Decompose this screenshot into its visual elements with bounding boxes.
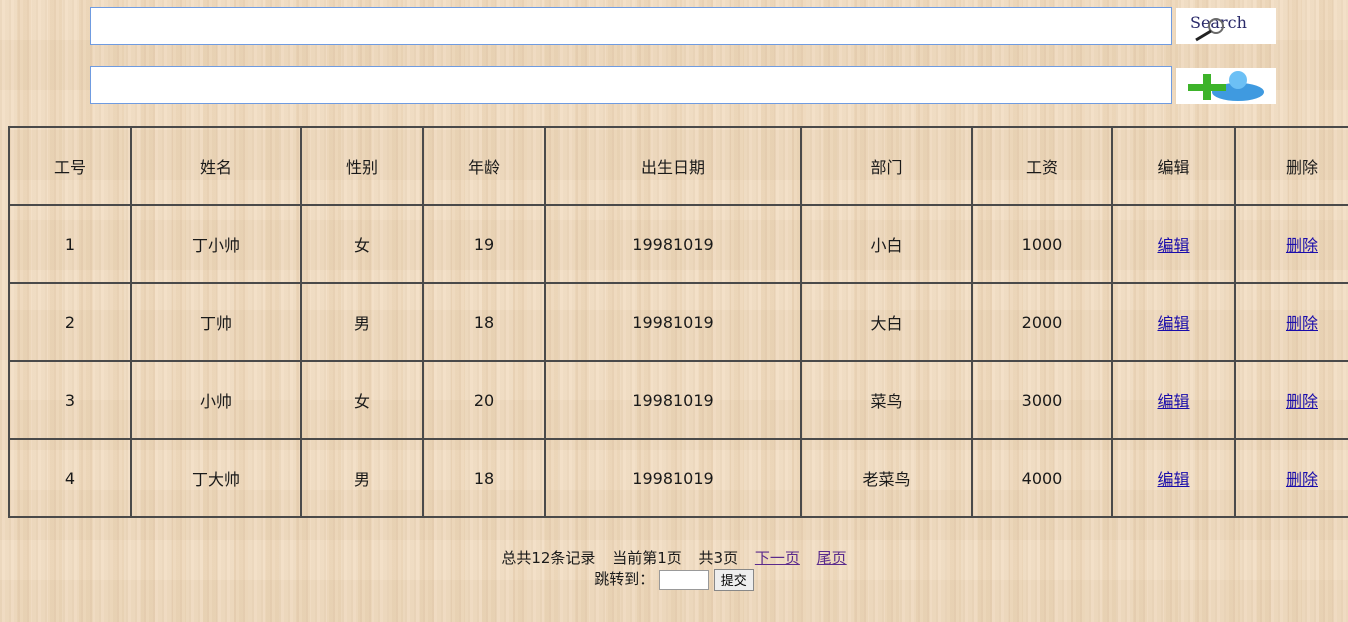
- submit-button[interactable]: 提交: [713, 568, 754, 591]
- add-input[interactable]: [90, 66, 1172, 104]
- edit-link[interactable]: 编辑: [1157, 236, 1189, 255]
- header-id: 工号: [8, 126, 132, 206]
- cell-age: 18: [422, 282, 546, 362]
- search-button-label: Search: [1190, 13, 1247, 32]
- cell-id: 2: [8, 282, 132, 362]
- cell-salary: 3000: [971, 360, 1113, 440]
- cell-dept: 老菜鸟: [800, 438, 973, 518]
- header-name: 姓名: [130, 126, 302, 206]
- cell-name: 丁帅: [130, 282, 302, 362]
- cell-id: 1: [8, 204, 132, 284]
- pagination: 总共12条记录 当前第1页 共3页 下一页 尾页: [0, 548, 1348, 568]
- cell-salary: 1000: [971, 204, 1113, 284]
- cell-gender: 男: [300, 282, 424, 362]
- total-pages: 共3页: [698, 549, 739, 567]
- jump-page-input[interactable]: [659, 569, 709, 590]
- header-dept: 部门: [800, 126, 973, 206]
- delete-link[interactable]: 删除: [1286, 236, 1318, 255]
- cell-name: 小帅: [130, 360, 302, 440]
- cell-age: 18: [422, 438, 546, 518]
- edit-link[interactable]: 编辑: [1157, 470, 1189, 489]
- cell-birth: 19981019: [544, 204, 802, 284]
- edit-link[interactable]: 编辑: [1157, 392, 1189, 411]
- cell-birth: 19981019: [544, 438, 802, 518]
- edit-link[interactable]: 编辑: [1157, 314, 1189, 333]
- table-row: 3 小帅 女 20 19981019 菜鸟 3000 编辑 删除: [8, 360, 1348, 440]
- search-magnifier-icon: Search: [1190, 13, 1247, 42]
- current-page: 当前第1页: [612, 549, 682, 567]
- page-jump: 跳转到： 提交: [0, 568, 1348, 591]
- cell-name: 丁小帅: [130, 204, 302, 284]
- cell-dept: 小白: [800, 204, 973, 284]
- last-page-link[interactable]: 尾页: [817, 549, 847, 567]
- header-birth: 出生日期: [544, 126, 802, 206]
- cell-salary: 4000: [971, 438, 1113, 518]
- add-button[interactable]: [1176, 68, 1276, 104]
- cell-birth: 19981019: [544, 360, 802, 440]
- header-salary: 工资: [971, 126, 1113, 206]
- employee-table: 工号 姓名 性别 年龄 出生日期 部门 工资 编辑 删除 1 丁小帅 女 19 …: [8, 126, 1348, 518]
- search-input[interactable]: [90, 7, 1172, 45]
- cell-gender: 女: [300, 360, 424, 440]
- jump-label: 跳转到：: [594, 570, 655, 588]
- cell-age: 19: [422, 204, 546, 284]
- table-header-row: 工号 姓名 性别 年龄 出生日期 部门 工资 编辑 删除: [8, 126, 1348, 206]
- cell-dept: 菜鸟: [800, 360, 973, 440]
- cell-age: 20: [422, 360, 546, 440]
- header-edit: 编辑: [1111, 126, 1236, 206]
- cell-dept: 大白: [800, 282, 973, 362]
- cell-gender: 女: [300, 204, 424, 284]
- table-row: 2 丁帅 男 18 19981019 大白 2000 编辑 删除: [8, 282, 1348, 362]
- cell-name: 丁大帅: [130, 438, 302, 518]
- cell-gender: 男: [300, 438, 424, 518]
- header-delete: 删除: [1234, 126, 1348, 206]
- delete-link[interactable]: 删除: [1286, 314, 1318, 333]
- delete-link[interactable]: 删除: [1286, 392, 1318, 411]
- cell-birth: 19981019: [544, 282, 802, 362]
- header-age: 年龄: [422, 126, 546, 206]
- next-page-link[interactable]: 下一页: [755, 549, 800, 567]
- search-button[interactable]: Search: [1176, 8, 1276, 44]
- total-records: 总共12条记录: [501, 549, 596, 567]
- header-gender: 性别: [300, 126, 424, 206]
- cell-id: 4: [8, 438, 132, 518]
- cell-id: 3: [8, 360, 132, 440]
- table-row: 1 丁小帅 女 19 19981019 小白 1000 编辑 删除: [8, 204, 1348, 284]
- table-row: 4 丁大帅 男 18 19981019 老菜鸟 4000 编辑 删除: [8, 438, 1348, 518]
- delete-link[interactable]: 删除: [1286, 470, 1318, 489]
- add-user-icon: [1188, 71, 1264, 101]
- cell-salary: 2000: [971, 282, 1113, 362]
